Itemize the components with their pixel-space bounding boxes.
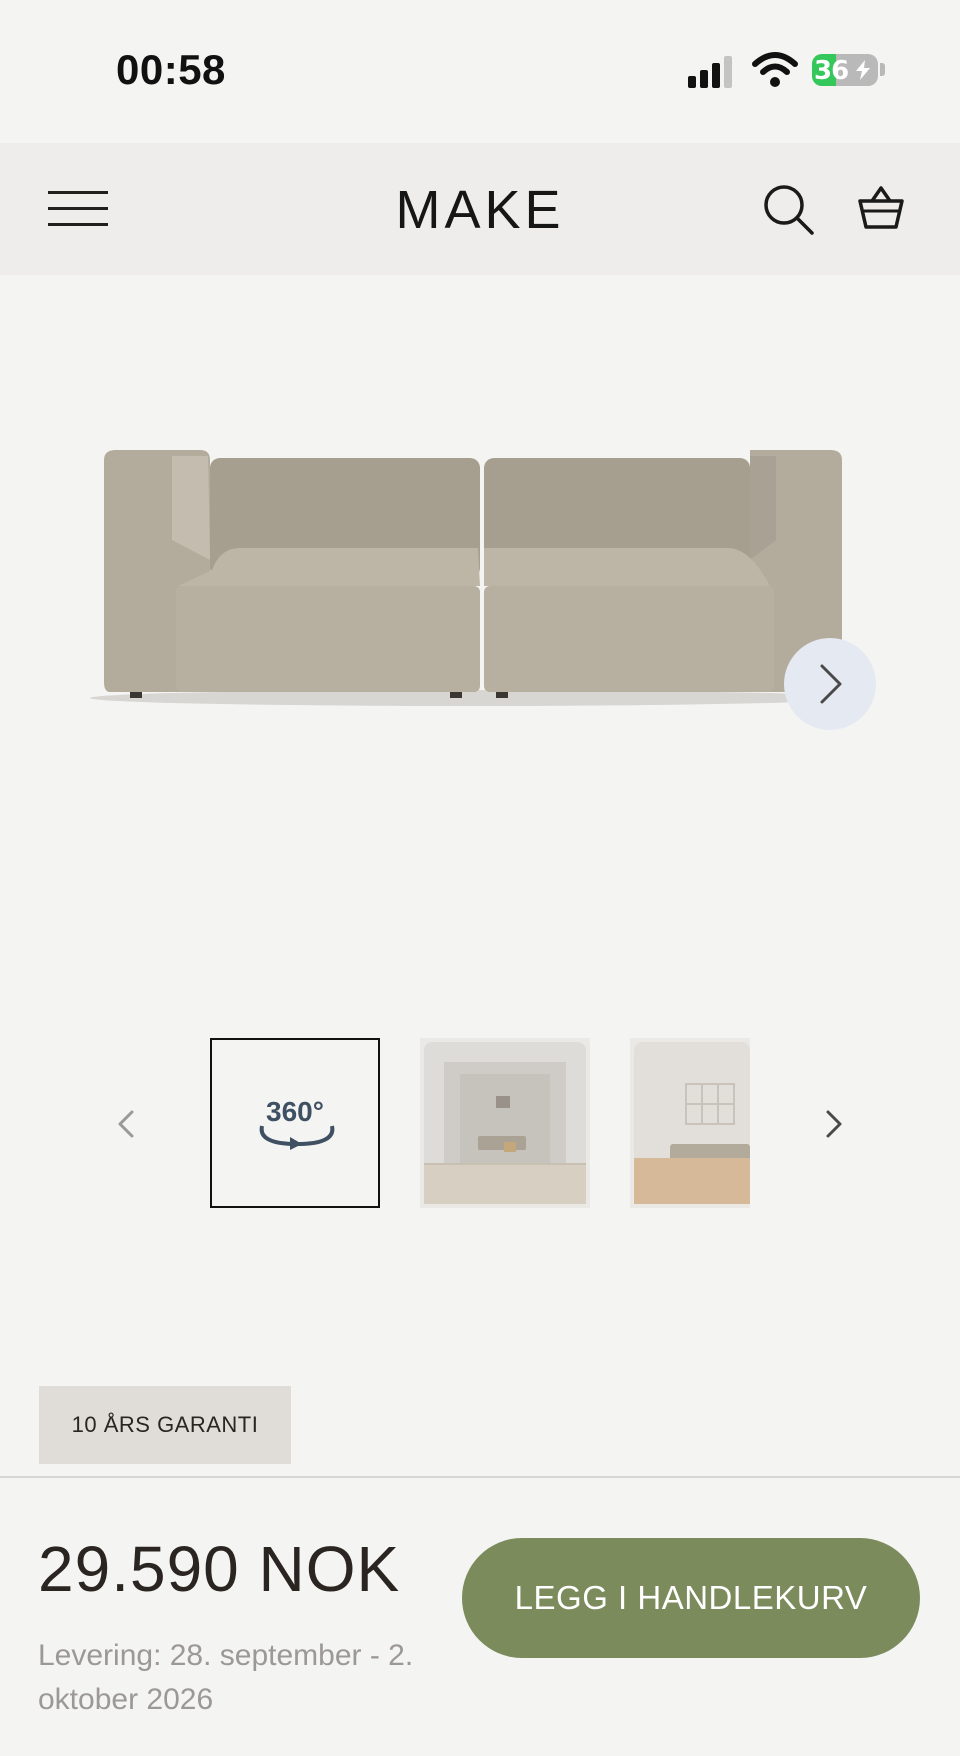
- wifi-icon: [752, 52, 798, 87]
- thumbnails-next-chevron-icon[interactable]: [818, 1104, 848, 1144]
- product-price: 29.590 NOK: [38, 1533, 401, 1605]
- search-icon[interactable]: [762, 183, 816, 237]
- battery-icon: 36: [812, 54, 878, 86]
- sofa-product-image: [90, 450, 850, 706]
- room-scene-image: [424, 1042, 586, 1204]
- warranty-badge: 10 ÅRS GARANTI: [39, 1386, 291, 1464]
- add-to-cart-button[interactable]: LEGG I HANDLEKURV: [462, 1538, 920, 1658]
- thumbnail-room-image-1[interactable]: [420, 1038, 590, 1208]
- next-image-button[interactable]: [784, 638, 876, 730]
- shopping-basket-icon[interactable]: [856, 183, 906, 233]
- chevron-right-icon: [820, 664, 842, 704]
- product-page: 00:58 36 MAKE 360° 10 ÅRS GARANTI 29.590…: [0, 0, 960, 1756]
- site-header: MAKE: [0, 143, 960, 275]
- status-time: 00:58: [116, 46, 226, 93]
- thumbnails-prev-chevron-icon[interactable]: [112, 1104, 142, 1144]
- charging-bolt-icon: [856, 60, 870, 80]
- thumbnail-360-view[interactable]: 360°: [210, 1038, 380, 1208]
- rotate-360-icon: [259, 1125, 335, 1150]
- room-scene-image: [634, 1042, 750, 1204]
- delivery-estimate: Levering: 28. september - 2. oktober 202…: [38, 1639, 414, 1716]
- divider: [0, 1476, 960, 1478]
- brand-logo[interactable]: MAKE: [0, 179, 960, 241]
- thumbnail-room-image-2[interactable]: [630, 1038, 750, 1208]
- battery-level: 36: [814, 56, 849, 86]
- cellular-signal-icon: [688, 54, 736, 88]
- battery-cap: [880, 63, 885, 76]
- status-bar: 00:58 36: [0, 0, 960, 140]
